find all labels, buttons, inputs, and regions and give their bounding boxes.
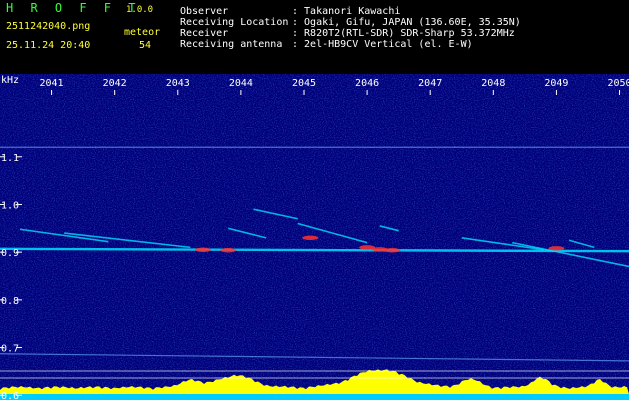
x-tick-label-2048: 2048 (481, 78, 505, 89)
y-unit-label: kHz (1, 75, 19, 86)
y-tick-label-4: 0.7 (1, 344, 19, 355)
y-tick-label-3: 0.8 (1, 296, 19, 307)
antenna-label: Receiving antenna (180, 39, 283, 50)
count-value: 54 (139, 40, 152, 51)
bottom-cyan-strip (0, 394, 629, 400)
y-tick-label-1: 1.0 (1, 200, 19, 211)
x-tick-label-2042: 2042 (103, 78, 127, 89)
y-tick-label-0: 1.1 (1, 153, 19, 164)
echo-hotspot-1 (220, 248, 237, 253)
app-name: H R O F F T (6, 1, 141, 15)
count-label: meteor (124, 27, 161, 38)
x-tick-label-2044: 2044 (229, 78, 253, 89)
echo-hotspot-0 (195, 247, 212, 252)
file-name: 2511242040.png (6, 21, 91, 32)
antenna-value: : 2el-HB9CV Vertical (el. E-W) (292, 39, 473, 50)
datetime: 25.11.24 20:40 (6, 40, 91, 51)
spectrogram-plot: 2041 2042 2043 2044 2045 2046 2047 2048 2049 2050… (0, 74, 629, 400)
x-tick-label-2049: 2049 (544, 78, 568, 89)
y-tick-label-2: 0.9 (1, 248, 19, 259)
echo-hotspot-5 (384, 248, 401, 253)
x-tick-label-2041: 2041 (40, 78, 64, 89)
echo-hotspot-2 (302, 235, 319, 241)
app-version: 1.0.0 (126, 5, 154, 15)
echo-hotspot-6 (548, 246, 565, 251)
y-tick-label-5: 0.6 (1, 391, 19, 400)
x-tick-label-2046: 2046 (355, 78, 379, 89)
x-tick-label-2050: 2050 (607, 78, 629, 89)
x-tick-label-2043: 2043 (166, 78, 190, 89)
x-tick-label-2047: 2047 (418, 78, 442, 89)
x-tick-label-2045: 2045 (292, 78, 316, 89)
header-panel: H R O F F T 1.0.0 2511242040.png meteor … (0, 0, 629, 74)
